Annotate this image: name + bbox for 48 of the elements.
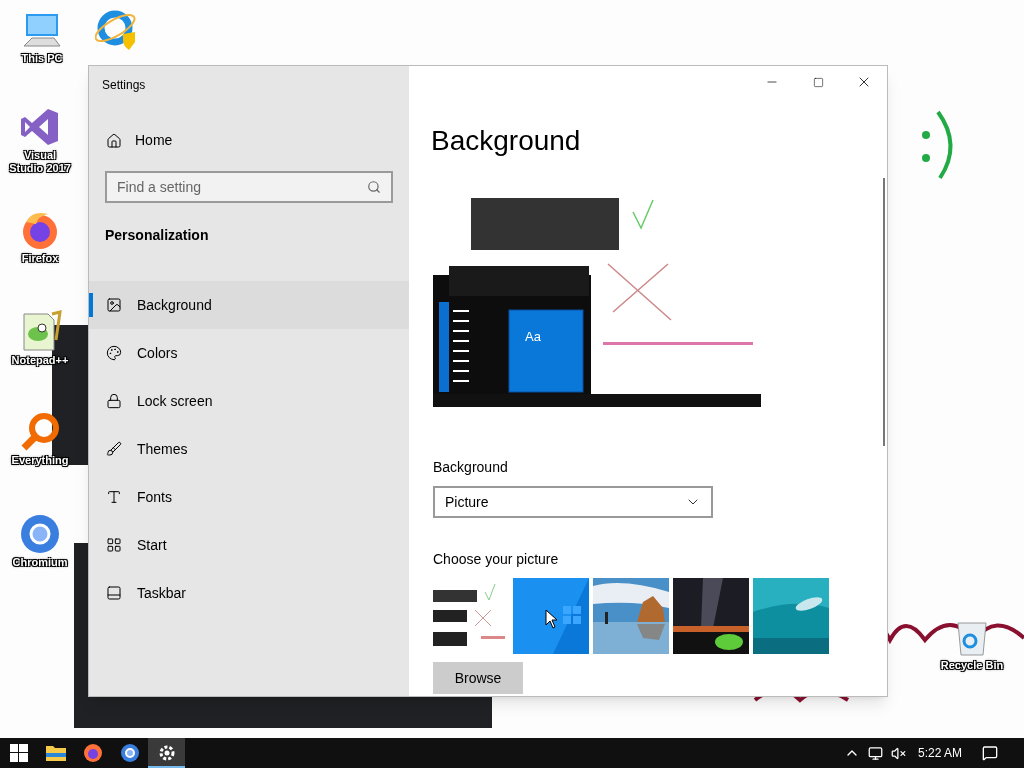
- browse-button[interactable]: Browse: [433, 662, 523, 694]
- selection-indicator: [89, 293, 93, 317]
- desktop-icon-label[interactable]: Firefox: [21, 252, 59, 265]
- sidebar-item[interactable]: Background: [89, 281, 409, 329]
- maximize-icon: [812, 76, 824, 88]
- taskbar-button[interactable]: [148, 738, 185, 768]
- taskbar-icon: [106, 585, 122, 601]
- search-field[interactable]: Find a setting: [105, 171, 393, 203]
- active-indicator: [148, 766, 185, 768]
- search-icon: [367, 180, 381, 194]
- window-title: Settings: [102, 77, 147, 94]
- sidebar-item[interactable]: Colors: [89, 329, 409, 377]
- sidebar-item[interactable]: Start: [89, 521, 409, 569]
- sidebar-item[interactable]: Fonts: [89, 473, 409, 521]
- home-link[interactable]: Home: [106, 130, 173, 151]
- chromium-logo-icon: [18, 512, 62, 556]
- lock-icon: [106, 393, 122, 409]
- tile-label: Aa: [525, 328, 541, 346]
- windows-logo-icon: [9, 744, 28, 762]
- background-icon: [106, 297, 122, 313]
- themes-icon: [106, 441, 122, 457]
- muted-speaker-icon[interactable]: [890, 745, 906, 761]
- field-label: Choose your picture: [433, 550, 560, 569]
- desktop-icon-label[interactable]: Visual Studio 2017: [8, 149, 72, 175]
- start-icon: [106, 537, 122, 553]
- home-icon: [106, 132, 122, 149]
- mouse-pointer-icon: [545, 609, 558, 629]
- sidebar-item[interactable]: Lock screen: [89, 377, 409, 425]
- folder-icon: [45, 744, 66, 762]
- desktop-icon-label[interactable]: Recycle Bin: [940, 659, 1004, 672]
- fonts-icon: [106, 489, 122, 505]
- fox-globe-icon: [82, 743, 103, 763]
- notification-icon[interactable]: [982, 745, 998, 761]
- desktop-icon-label[interactable]: Chromium: [12, 556, 68, 569]
- sidebar-item[interactable]: Taskbar: [89, 569, 409, 617]
- page-title: Background: [431, 124, 582, 158]
- colors-icon: [106, 345, 122, 361]
- clock[interactable]: 5:22 AM: [917, 744, 962, 762]
- background-dropdown[interactable]: Picture: [433, 486, 713, 518]
- chromium-logo-icon: [119, 743, 140, 763]
- search-input[interactable]: Find a setting: [117, 176, 367, 198]
- field-label: Background: [433, 458, 509, 477]
- desktop-icon-label[interactable]: This PC: [21, 52, 63, 65]
- sidebar-item[interactable]: Themes: [89, 425, 409, 473]
- network-icon[interactable]: [867, 745, 883, 761]
- scrollbar[interactable]: [883, 178, 885, 446]
- settings-icon: [157, 744, 176, 762]
- section-heading: Personalization: [105, 226, 210, 245]
